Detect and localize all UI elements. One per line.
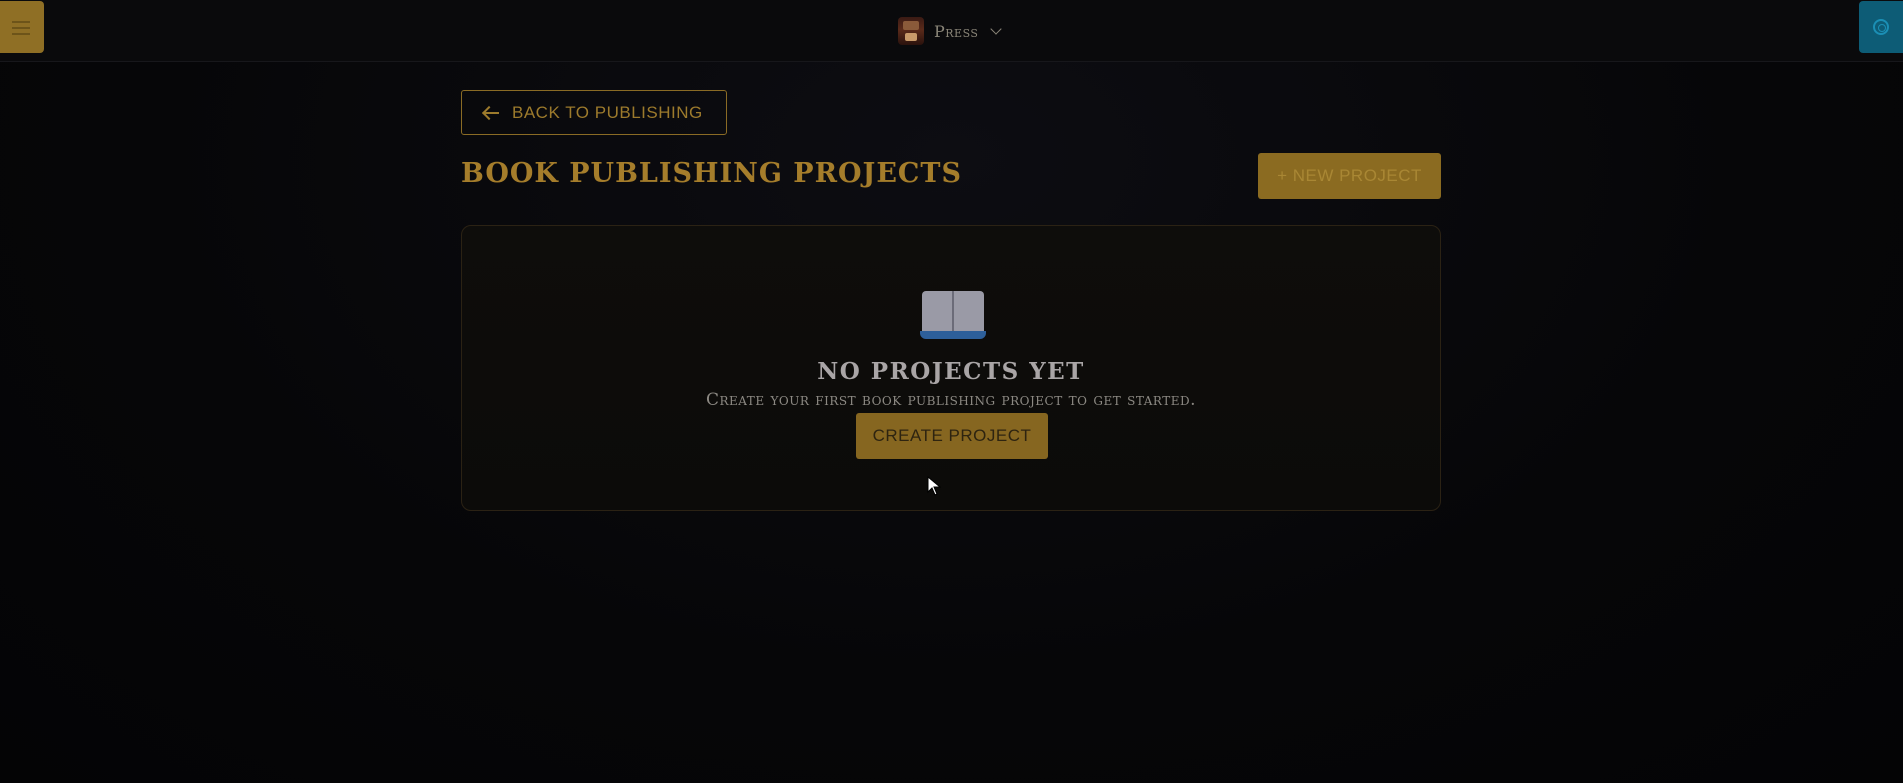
create-project-button[interactable]: CREATE PROJECT — [856, 413, 1048, 459]
menu-icon — [12, 21, 30, 39]
menu-button[interactable] — [0, 1, 44, 53]
gear-icon — [1873, 19, 1889, 35]
new-project-button[interactable]: + NEW PROJECT — [1258, 153, 1441, 199]
back-to-publishing-button[interactable]: BACK TO PUBLISHING — [461, 90, 727, 135]
open-book-icon — [920, 289, 986, 343]
press-logo-icon — [898, 17, 924, 45]
settings-button[interactable] — [1859, 1, 1903, 53]
mouse-cursor-icon — [927, 476, 941, 496]
create-project-label: CREATE PROJECT — [872, 426, 1032, 445]
top-bar: Press — [0, 0, 1903, 62]
empty-state-description: Create your first book publishing projec… — [706, 390, 1196, 410]
arrow-left-icon — [482, 106, 500, 120]
empty-state-title: NO PROJECTS YET — [817, 358, 1085, 385]
page-title: BOOK PUBLISHING PROJECTS — [461, 158, 962, 189]
new-project-label: + NEW PROJECT — [1277, 166, 1422, 185]
chevron-down-icon — [990, 23, 1003, 35]
brand-name: Press — [934, 21, 979, 41]
brand-switcher[interactable]: Press — [898, 15, 1003, 47]
empty-state-card: NO PROJECTS YET Create your first book p… — [461, 225, 1441, 511]
page: Press BACK TO PUBLISHING BOOK PUBLISHING… — [0, 0, 1903, 783]
back-button-label: BACK TO PUBLISHING — [512, 102, 703, 122]
